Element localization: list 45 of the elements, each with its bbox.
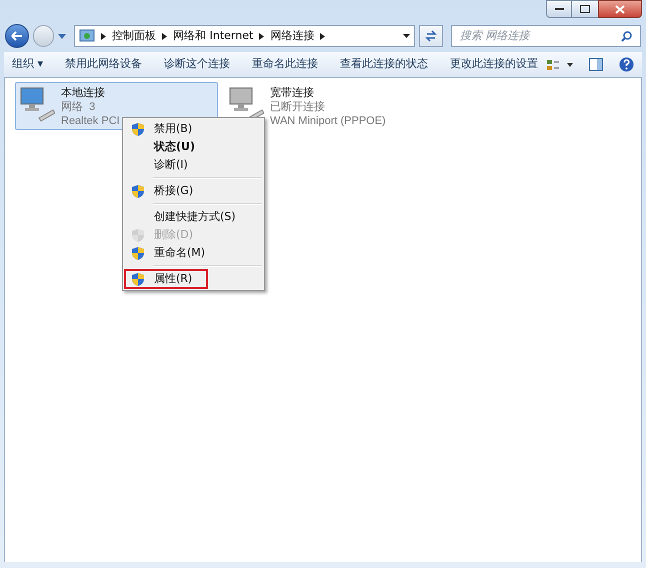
back-arrow-icon	[10, 31, 23, 41]
dropdown-arrow-icon	[58, 34, 66, 38]
toolbar-button[interactable]: 组织 ▾	[12, 56, 44, 73]
connection-name: 本地连接	[61, 86, 106, 100]
toolbar-button[interactable]: 更改此连接的设置	[450, 56, 538, 73]
connection-name: 宽带连接	[270, 86, 314, 100]
control-panel-icon	[79, 28, 96, 44]
breadcrumb[interactable]: 网络和 Internet	[173, 28, 254, 44]
chevron-icon	[259, 32, 264, 40]
refresh-icon	[425, 30, 438, 42]
dropdown-arrow-icon	[403, 34, 410, 38]
menu-item[interactable]: 诊断(I)	[125, 156, 262, 174]
menu-item[interactable]: 桥接(G)	[125, 182, 262, 200]
network-adapter-icon	[19, 86, 55, 122]
connection-device: WAN Miniport (PPPOE)	[270, 114, 386, 128]
menu-item[interactable]: 状态(U)	[125, 138, 262, 156]
toolbar-button[interactable]: 禁用此网络设备	[65, 56, 142, 73]
connection-device: Realtek PCI	[61, 114, 120, 128]
search-icon	[621, 30, 632, 42]
preview-pane-icon	[589, 58, 603, 71]
back-button[interactable]	[5, 24, 29, 48]
breadcrumb[interactable]: 控制面板	[112, 28, 156, 44]
close-button[interactable]	[598, 0, 642, 18]
breadcrumb[interactable]: 网络连接	[270, 28, 314, 44]
chevron-icon	[162, 32, 168, 40]
search-placeholder: 搜索 网络连接	[460, 28, 532, 44]
view-options-icon	[547, 58, 573, 70]
minimize-button[interactable]	[546, 0, 572, 18]
connection-status: 已断开连接	[270, 100, 326, 114]
menu-item[interactable]: 重命名(M)	[125, 244, 262, 262]
menu-item[interactable]: 属性(R)	[125, 270, 207, 288]
menu-item[interactable]: 创建快捷方式(S)	[125, 208, 262, 226]
refresh-button[interactable]	[419, 25, 443, 47]
address-bar[interactable]: 控制面板 网络和 Internet 网络连接	[74, 25, 416, 47]
minimize-icon	[554, 7, 564, 11]
help-icon	[619, 57, 634, 72]
close-icon	[615, 4, 625, 14]
chevron-icon	[320, 32, 326, 40]
toolbar-button[interactable]: 诊断这个连接	[164, 56, 230, 73]
toolbar-button[interactable]: 查看此连接的状态	[340, 56, 428, 73]
connection-status: 网络 3	[61, 100, 96, 114]
maximize-icon	[580, 5, 590, 13]
chevron-icon	[101, 32, 106, 40]
toolbar-button[interactable]: 重命名此连接	[252, 56, 318, 73]
maximize-button[interactable]	[572, 0, 598, 18]
